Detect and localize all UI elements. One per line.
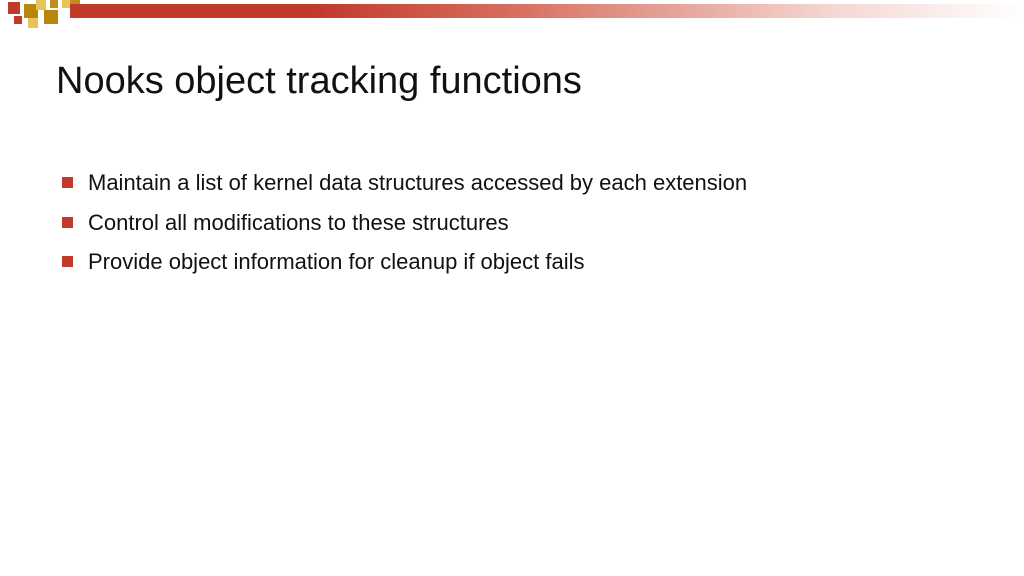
list-item: Maintain a list of kernel data structure… bbox=[56, 168, 904, 198]
square-icon bbox=[24, 4, 38, 18]
square-icon bbox=[28, 18, 38, 28]
square-icon bbox=[36, 0, 46, 10]
list-item: Provide object information for cleanup i… bbox=[56, 247, 904, 277]
bullet-list: Maintain a list of kernel data structure… bbox=[56, 168, 904, 287]
bullet-text: Provide object information for cleanup i… bbox=[88, 249, 584, 274]
bullet-text: Control all modifications to these struc… bbox=[88, 210, 509, 235]
slide: Nooks object tracking functions Maintain… bbox=[0, 0, 1024, 576]
square-icon bbox=[62, 0, 70, 8]
list-item: Control all modifications to these struc… bbox=[56, 208, 904, 238]
square-icon bbox=[70, 0, 80, 4]
slide-title: Nooks object tracking functions bbox=[56, 60, 582, 103]
bullet-text: Maintain a list of kernel data structure… bbox=[88, 170, 747, 195]
square-icon bbox=[8, 2, 20, 14]
square-icon bbox=[50, 0, 58, 8]
top-red-gradient-bar bbox=[70, 4, 1024, 18]
top-decoration bbox=[0, 0, 1024, 28]
square-icon bbox=[14, 16, 22, 24]
square-icon bbox=[44, 10, 58, 24]
